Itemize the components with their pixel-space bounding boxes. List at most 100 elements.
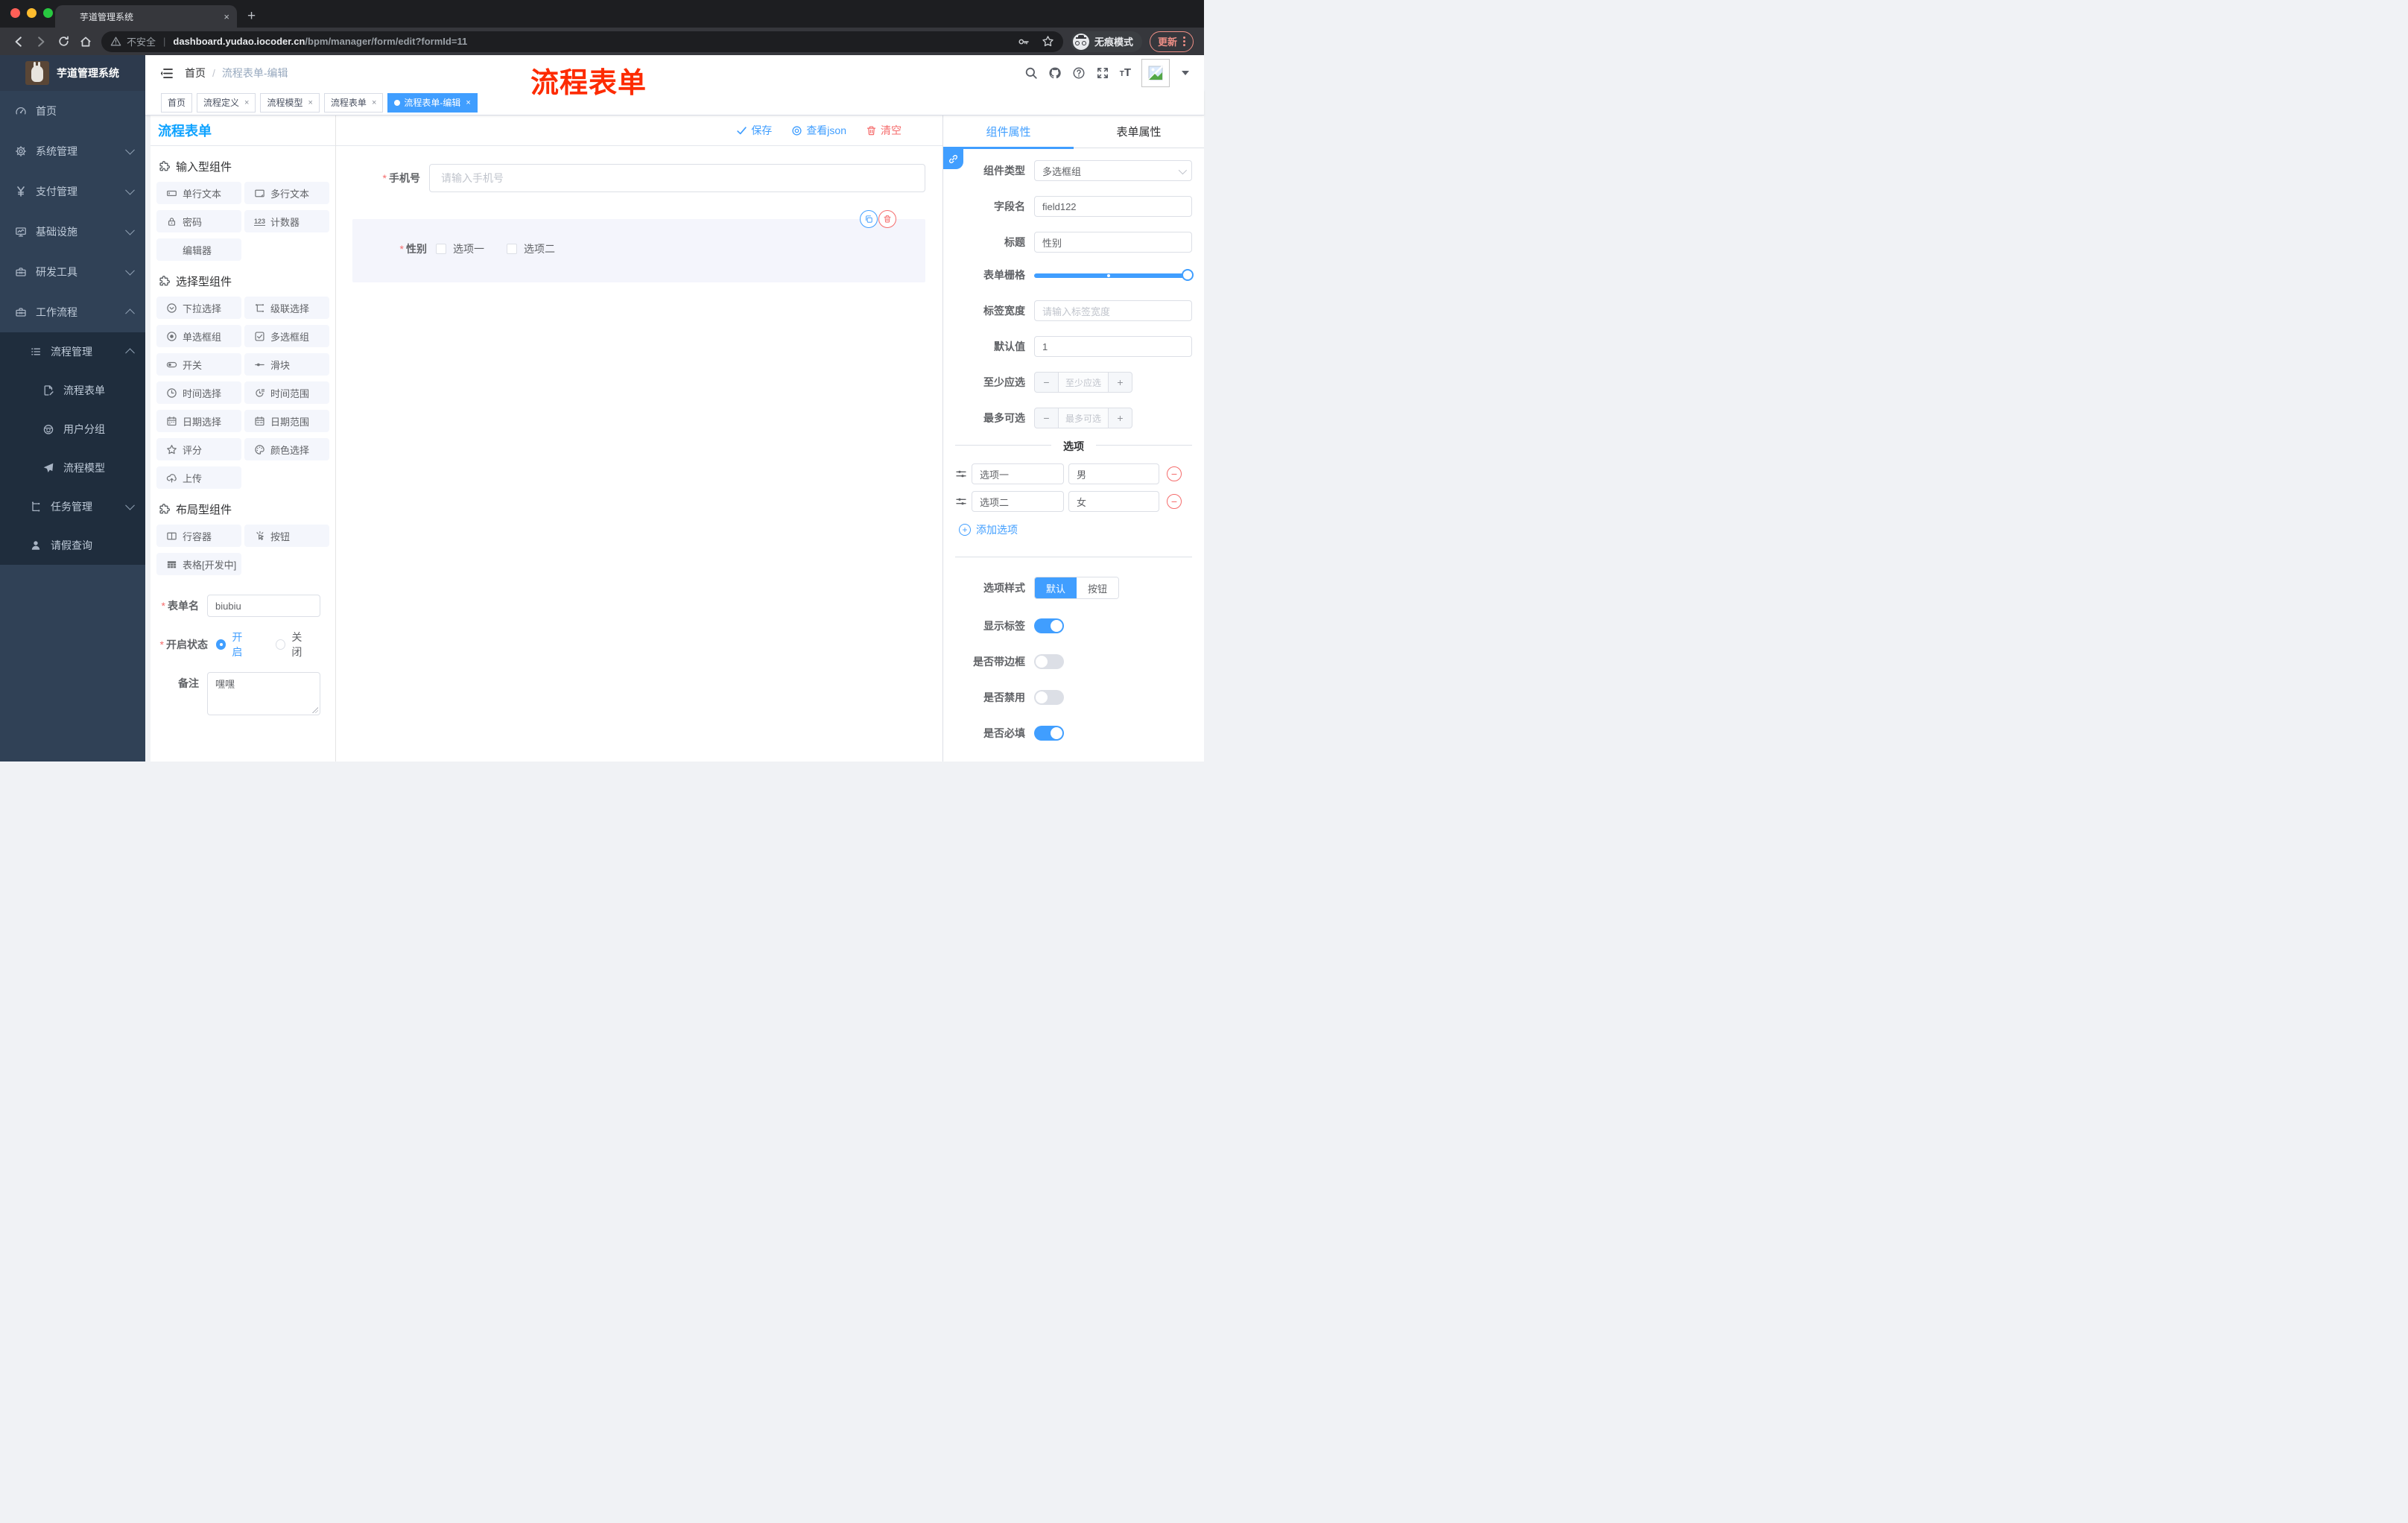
palette-item-date-picker[interactable]: 日期选择 — [156, 410, 241, 432]
fullscreen-icon[interactable] — [1096, 66, 1109, 80]
address-bar[interactable]: 不安全 | dashboard.yudao.iocoder.cn/bpm/man… — [101, 31, 1063, 52]
add-option-button[interactable]: + 添加选项 — [959, 522, 1192, 537]
tag-home[interactable]: 首页 — [161, 92, 193, 113]
delete-component-button[interactable] — [878, 210, 896, 228]
stepper-plus-button[interactable]: + — [1109, 373, 1132, 392]
option2-label-input[interactable]: 选项二 — [972, 491, 1064, 512]
breadcrumb-home[interactable]: 首页 — [185, 66, 206, 80]
gender-option1-checkbox[interactable] — [436, 244, 446, 254]
tag-close-icon[interactable]: × — [244, 98, 249, 107]
palette-item-upload[interactable]: 上传 — [156, 466, 241, 489]
remove-option-icon[interactable]: − — [1167, 466, 1182, 481]
palette-item-single-text[interactable]: 单行文本 — [156, 182, 241, 204]
phone-input[interactable]: 请输入手机号 — [429, 164, 925, 192]
palette-item-editor[interactable]: 编辑器 — [156, 238, 241, 261]
sidebar-item-leave-query[interactable]: 请假查询 — [0, 526, 145, 565]
max-select-stepper[interactable]: − 最多可选 + — [1034, 408, 1132, 428]
sidebar-item-user-group[interactable]: 用户分组 — [0, 410, 145, 449]
clear-button[interactable]: 清空 — [866, 123, 902, 138]
disabled-switch[interactable] — [1034, 690, 1064, 705]
home-button[interactable] — [75, 31, 97, 53]
gender-option2-checkbox[interactable] — [507, 244, 517, 254]
password-key-icon[interactable] — [1018, 36, 1030, 48]
palette-item-date-range[interactable]: 日期范围 — [244, 410, 329, 432]
bookmark-star-icon[interactable] — [1042, 35, 1054, 48]
option1-value-input[interactable]: 男 — [1068, 463, 1159, 484]
palette-item-password[interactable]: 密码 — [156, 210, 241, 232]
palette-item-color-picker[interactable]: 颜色选择 — [244, 438, 329, 460]
avatar-dropdown-caret[interactable] — [1182, 70, 1189, 75]
sidebar-item-home[interactable]: 首页 — [0, 91, 145, 131]
palette-item-slider[interactable]: 滑块 — [244, 353, 329, 376]
palette-item-time-picker[interactable]: 时间选择 — [156, 381, 241, 404]
sidebar-item-devtools[interactable]: 研发工具 — [0, 252, 145, 292]
form-remark-textarea[interactable]: 嘿嘿 — [207, 672, 320, 715]
browser-menu-update-button[interactable]: 更新 — [1149, 31, 1194, 52]
help-icon[interactable] — [1072, 66, 1086, 80]
sidebar-item-process-form[interactable]: 流程表单 — [0, 371, 145, 410]
save-button[interactable]: 保存 — [736, 123, 772, 138]
macos-traffic-lights[interactable] — [10, 8, 53, 18]
palette-item-multi-text[interactable]: 多行文本 — [244, 182, 329, 204]
option2-value-input[interactable]: 女 — [1068, 491, 1159, 512]
stepper-minus-button[interactable]: − — [1035, 373, 1058, 392]
sidebar-fold-icon[interactable] — [160, 68, 173, 78]
browser-menu-icon[interactable] — [1183, 37, 1185, 46]
font-size-icon[interactable]: TT — [1120, 66, 1131, 79]
phone-field-row[interactable]: * 手机号 请输入手机号 — [352, 164, 925, 192]
required-switch[interactable] — [1034, 726, 1064, 741]
palette-item-counter[interactable]: 123 计数器 — [244, 210, 329, 232]
status-off-radio[interactable] — [276, 639, 286, 650]
view-json-button[interactable]: 查看json — [791, 123, 846, 138]
data-bind-link-tab[interactable] — [943, 149, 963, 169]
show-label-switch[interactable] — [1034, 618, 1064, 633]
stepper-value[interactable]: 至少应选 — [1058, 373, 1109, 392]
copy-component-button[interactable] — [860, 210, 878, 228]
status-on-radio[interactable] — [216, 639, 226, 650]
avatar[interactable] — [1141, 58, 1170, 87]
component-type-select[interactable]: 多选框组 — [1034, 160, 1192, 181]
tag-process-form[interactable]: 流程表单 × — [323, 92, 384, 113]
tag-close-icon[interactable]: × — [466, 98, 470, 107]
drag-handle-icon[interactable] — [955, 468, 967, 480]
minimize-window-button[interactable] — [27, 8, 37, 18]
sidebar-item-process-mgmt[interactable]: 流程管理 — [0, 332, 145, 371]
label-width-input[interactable]: 请输入标签宽度 — [1034, 300, 1192, 321]
border-switch[interactable] — [1034, 654, 1064, 669]
new-tab-button[interactable]: + — [247, 6, 256, 27]
sidebar-item-system[interactable]: 系统管理 — [0, 131, 145, 171]
form-name-input[interactable]: biubiu — [207, 595, 320, 617]
palette-item-radio-group[interactable]: 单选框组 — [156, 325, 241, 347]
tab-component-props[interactable]: 组件属性 — [943, 115, 1074, 148]
sidebar-item-payment[interactable]: 支付管理 — [0, 171, 145, 212]
palette-item-cascader[interactable]: 级联选择 — [244, 297, 329, 319]
maximize-window-button[interactable] — [43, 8, 53, 18]
selected-component-gender[interactable]: * 性别 选项一 选项二 — [352, 210, 925, 282]
field-name-input[interactable]: field122 — [1034, 196, 1192, 217]
tag-close-icon[interactable]: × — [372, 98, 376, 107]
palette-item-rate[interactable]: 评分 — [156, 438, 241, 460]
forward-button[interactable] — [30, 31, 52, 53]
remove-option-icon[interactable]: − — [1167, 494, 1182, 509]
gender-option2-label[interactable]: 选项二 — [524, 241, 555, 256]
title-input[interactable]: 性别 — [1034, 232, 1192, 253]
palette-item-switch[interactable]: 开关 — [156, 353, 241, 376]
github-icon[interactable] — [1048, 66, 1062, 80]
option1-label-input[interactable]: 选项一 — [972, 463, 1064, 484]
status-on-label[interactable]: 开启 — [232, 630, 252, 659]
sidebar-item-process-model[interactable]: 流程模型 — [0, 449, 145, 487]
sidebar-item-task-mgmt[interactable]: 任务管理 — [0, 487, 145, 526]
back-button[interactable] — [7, 31, 30, 53]
sidebar-item-infra[interactable]: 基础设施 — [0, 212, 145, 252]
tag-process-model[interactable]: 流程模型 × — [260, 92, 320, 113]
tag-process-definition[interactable]: 流程定义 × — [197, 92, 256, 113]
tab-close-icon[interactable]: × — [224, 11, 229, 22]
stepper-value[interactable]: 最多可选 — [1058, 408, 1109, 428]
gender-option1-label[interactable]: 选项一 — [453, 241, 484, 256]
search-icon[interactable] — [1024, 66, 1038, 80]
style-button-button[interactable]: 按钮 — [1077, 577, 1118, 598]
default-value-input[interactable]: 1 — [1034, 336, 1192, 357]
slider-handle[interactable] — [1182, 269, 1194, 281]
stepper-minus-button[interactable]: − — [1035, 408, 1058, 428]
min-select-stepper[interactable]: − 至少应选 + — [1034, 372, 1132, 393]
